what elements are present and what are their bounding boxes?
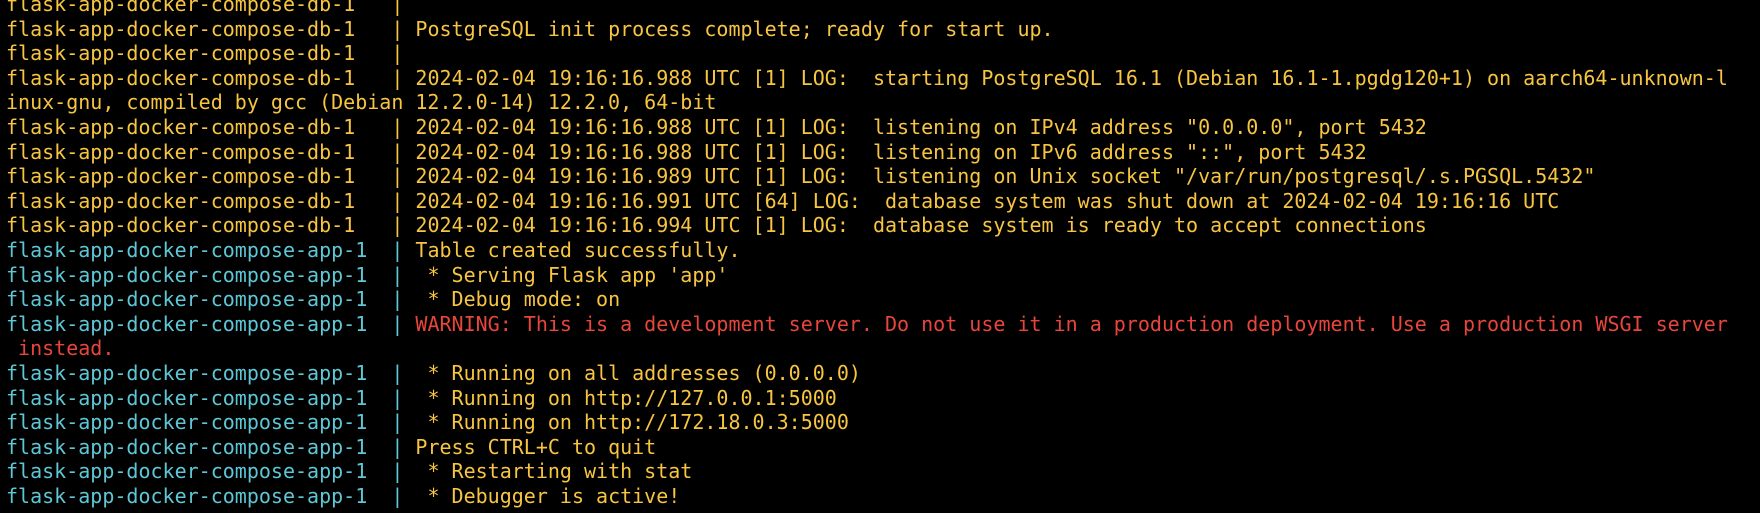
app-service-prefix: flask-app-docker-compose-app-1 | [6,410,416,435]
warning-message: instead. [6,336,115,361]
log-message: * Restarting with stat [415,459,693,484]
log-message: * Serving Flask app 'app' [415,262,729,287]
app-service-prefix: flask-app-docker-compose-app-1 | [6,385,416,410]
log-line: flask-app-docker-compose-app-1 | * Runni… [6,361,1760,386]
warning-message: WARNING: This is a development server. D… [415,311,1728,336]
log-message: inux-gnu, compiled by gcc (Debian 12.2.0… [6,90,717,115]
app-service-prefix: flask-app-docker-compose-app-1 | [6,434,416,459]
app-service-prefix: flask-app-docker-compose-app-1 | [6,483,416,508]
log-line: flask-app-docker-compose-db-1 | 2024-02-… [6,164,1760,189]
app-service-prefix: flask-app-docker-compose-app-1 | [6,287,416,312]
db-service-prefix: flask-app-docker-compose-db-1 | [6,188,416,213]
log-message: Press CTRL+C to quit [415,434,657,459]
log-line: flask-app-docker-compose-app-1 | Table c… [6,238,1760,263]
app-service-prefix: flask-app-docker-compose-app-1 | [6,311,416,336]
app-service-prefix: flask-app-docker-compose-app-1 | [6,262,416,287]
app-service-prefix: flask-app-docker-compose-app-1 | [6,459,416,484]
terminal-output[interactable]: flask-app-docker-compose-db-1 | flask-ap… [6,0,1760,508]
log-message: * Running on http://172.18.0.3:5000 [415,410,849,435]
log-message: * Debugger is active! [415,483,681,508]
db-service-prefix: flask-app-docker-compose-db-1 | [6,0,416,16]
db-service-prefix: flask-app-docker-compose-db-1 | [6,16,416,41]
log-message: 2024-02-04 19:16:16.988 UTC [1] LOG: lis… [415,114,1427,139]
log-line: flask-app-docker-compose-db-1 | [6,41,1760,66]
log-message: 2024-02-04 19:16:16.994 UTC [1] LOG: dat… [415,213,1427,238]
log-line: flask-app-docker-compose-db-1 | 2024-02-… [6,140,1760,165]
db-service-prefix: flask-app-docker-compose-db-1 | [6,41,416,66]
log-line: flask-app-docker-compose-app-1 | * Runni… [6,386,1760,411]
app-service-prefix: flask-app-docker-compose-app-1 | [6,237,416,262]
log-line: flask-app-docker-compose-db-1 | 2024-02-… [6,189,1760,214]
log-message: * Running on all addresses (0.0.0.0) [415,360,861,385]
log-message: 2024-02-04 19:16:16.988 UTC [1] LOG: sta… [415,65,1728,90]
log-line: inux-gnu, compiled by gcc (Debian 12.2.0… [6,90,1760,115]
log-line: flask-app-docker-compose-app-1 | WARNING… [6,312,1760,337]
log-message: 2024-02-04 19:16:16.989 UTC [1] LOG: lis… [415,164,1596,189]
log-line: flask-app-docker-compose-db-1 | [6,0,1760,17]
db-service-prefix: flask-app-docker-compose-db-1 | [6,114,416,139]
log-message: PostgreSQL init process complete; ready … [415,16,1054,41]
log-message: * Running on http://127.0.0.1:5000 [415,385,837,410]
log-line: flask-app-docker-compose-db-1 | 2024-02-… [6,213,1760,238]
log-line: flask-app-docker-compose-app-1 | * Servi… [6,263,1760,288]
log-line: instead. [6,336,1760,361]
log-message: 2024-02-04 19:16:16.988 UTC [1] LOG: lis… [415,139,1367,164]
log-line: flask-app-docker-compose-app-1 | * Runni… [6,410,1760,435]
log-line: flask-app-docker-compose-app-1 | * Debug… [6,484,1760,509]
db-service-prefix: flask-app-docker-compose-db-1 | [6,213,416,238]
log-message: 2024-02-04 19:16:16.991 UTC [64] LOG: da… [415,188,1560,213]
db-service-prefix: flask-app-docker-compose-db-1 | [6,65,416,90]
log-line: flask-app-docker-compose-db-1 | PostgreS… [6,17,1760,42]
log-message: * Debug mode: on [415,287,621,312]
log-line: flask-app-docker-compose-app-1 | * Debug… [6,287,1760,312]
log-line: flask-app-docker-compose-db-1 | 2024-02-… [6,115,1760,140]
log-line: flask-app-docker-compose-app-1 | * Resta… [6,459,1760,484]
db-service-prefix: flask-app-docker-compose-db-1 | [6,139,416,164]
log-message: Table created successfully. [415,237,741,262]
db-service-prefix: flask-app-docker-compose-db-1 | [6,164,416,189]
app-service-prefix: flask-app-docker-compose-app-1 | [6,360,416,385]
log-line: flask-app-docker-compose-db-1 | 2024-02-… [6,66,1760,91]
log-line: flask-app-docker-compose-app-1 | Press C… [6,435,1760,460]
